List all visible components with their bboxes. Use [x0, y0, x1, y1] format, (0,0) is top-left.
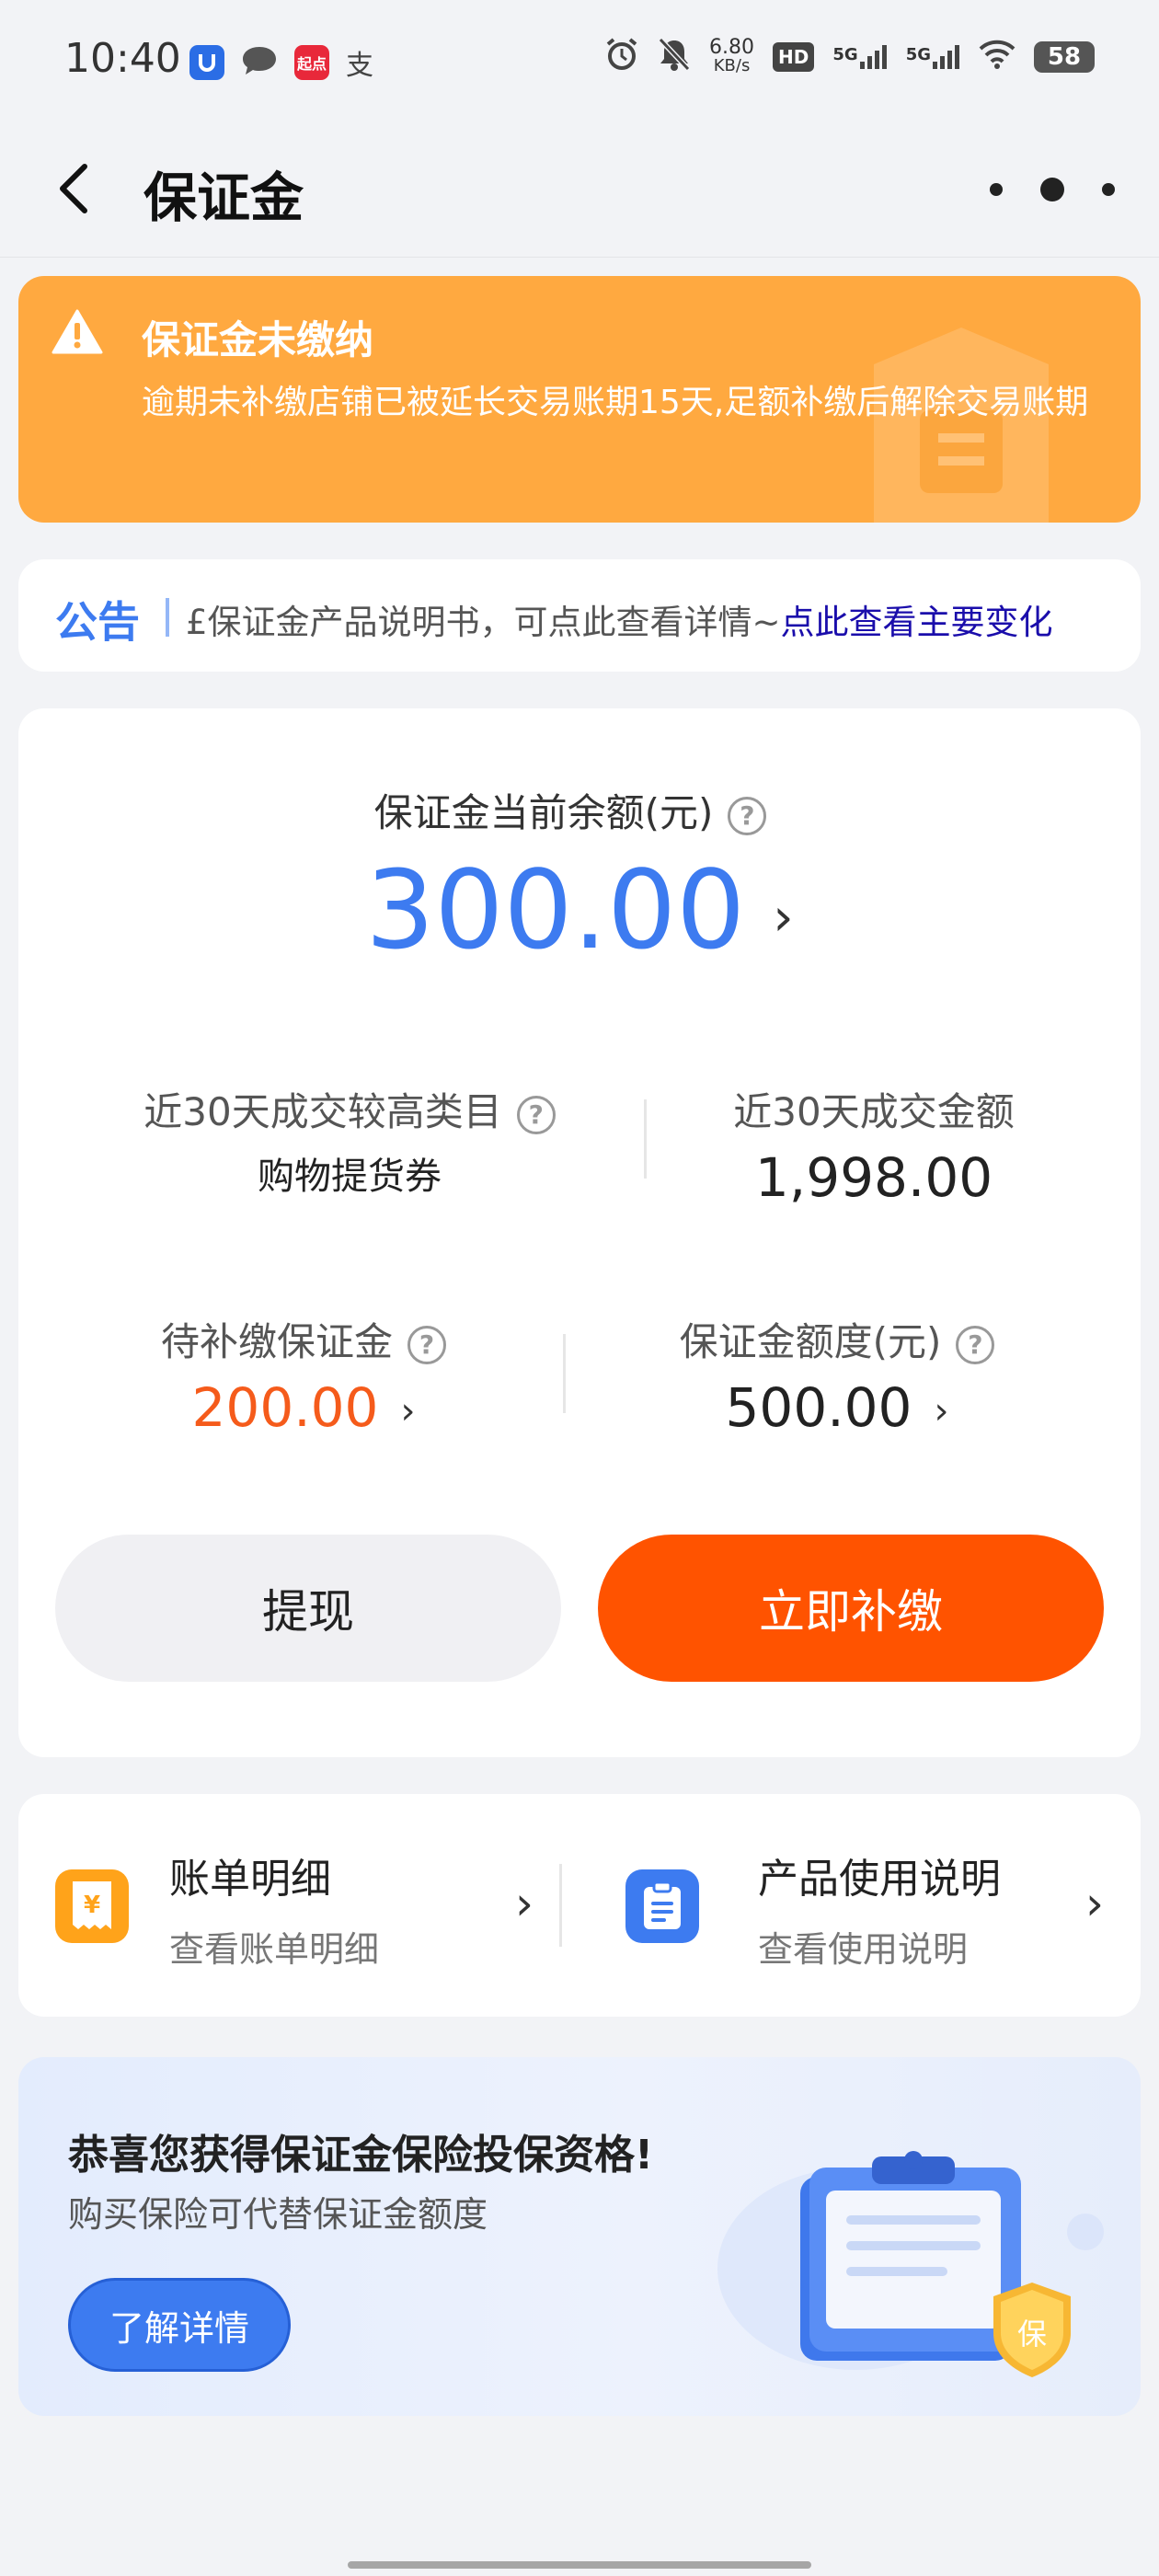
insurance-subtitle: 购买保险可代替保证金额度 — [68, 2194, 488, 2235]
insurance-clipboard-illustration: 保 — [717, 2151, 1104, 2377]
wifi-icon — [979, 40, 1016, 75]
deal-amount-label: 近30天成交金额 — [733, 1089, 1015, 1134]
help-icon[interactable]: ? — [516, 1095, 556, 1134]
signal-sim2-icon: 5G — [906, 45, 960, 69]
page-title: 保证金 — [143, 167, 304, 229]
announcement-text: £保证金产品说明书，可点此查看详情~点此查看主要变化 — [186, 594, 1122, 640]
insurance-title: 恭喜您获得保证金保险投保资格! — [68, 2132, 654, 2179]
u-app-icon — [189, 45, 224, 80]
announcement-bar[interactable]: 公告 £保证金产品说明书，可点此查看详情~点此查看主要变化 — [18, 559, 1141, 672]
mute-bell-icon — [658, 37, 691, 77]
quick-links-card: ¥ 账单明细 查看账单明细 › 产品使用说明 查看使用说明 › — [18, 1794, 1141, 2017]
bill-yuan-icon: ¥ — [55, 1869, 129, 1943]
quota-label-row: 保证金额度(元)? — [570, 1311, 1104, 1367]
deposit-quota-stat[interactable]: 保证金额度(元)? 500.00 › — [570, 1311, 1104, 1439]
quota-label: 保证金额度(元) — [679, 1319, 942, 1364]
help-icon[interactable]: ? — [728, 796, 767, 835]
notification-icons: 起点 支 — [189, 42, 373, 83]
chevron-right-icon: › — [934, 1389, 949, 1432]
deal-amount-stat: 近30天成交金额 1,998.00 — [644, 1081, 1104, 1209]
product-guide-subtitle: 查看使用说明 — [758, 1929, 969, 1970]
chevron-right-icon: › — [515, 1877, 534, 1930]
warning-icon — [52, 309, 103, 354]
chevron-left-icon — [60, 164, 87, 213]
warning-description: 逾期未补缴店铺已被延长交易账期15天,足额补缴后解除交易账期 — [142, 384, 1089, 421]
balance-amount: 300.00 — [365, 846, 746, 973]
pending-value-row: 200.00 › — [55, 1376, 552, 1439]
top-category-label: 近30天成交较高类目 — [143, 1089, 502, 1134]
top-category-stat: 近30天成交较高类目? 购物提货券 — [55, 1081, 644, 1200]
top-category-label-row: 近30天成交较高类目? — [55, 1081, 644, 1137]
stat-divider — [563, 1334, 566, 1413]
more-dots-icon — [990, 183, 1003, 196]
alarm-icon — [604, 37, 639, 77]
quota-value-row: 500.00 › — [570, 1376, 1104, 1439]
system-icons: 6.80 KB/s HD 5G 5G 58 — [604, 37, 1095, 77]
bill-detail-subtitle: 查看账单明细 — [169, 1929, 380, 1970]
bill-detail-title: 账单明细 — [169, 1856, 331, 1903]
hd-icon: HD — [773, 42, 815, 72]
message-icon — [241, 44, 278, 81]
pending-label-row: 待补缴保证金? — [55, 1311, 552, 1367]
pending-label: 待补缴保证金 — [160, 1319, 393, 1364]
product-guide-title: 产品使用说明 — [758, 1856, 1001, 1903]
top-category-value: 购物提货券 — [258, 1156, 442, 1198]
announcement-tag: 公告 — [55, 597, 140, 647]
announcement-message: £保证金产品说明书，可点此查看详情~ — [186, 603, 781, 640]
status-time: 10:40 — [64, 35, 181, 82]
pending-deposit-stat[interactable]: 待补缴保证金? 200.00 › — [55, 1311, 552, 1439]
help-icon[interactable]: ? — [956, 1325, 995, 1364]
warning-title: 保证金未缴纳 — [142, 317, 374, 362]
net-speed: 6.80 KB/s — [709, 36, 755, 75]
pay-now-button[interactable]: 立即补缴 — [598, 1535, 1104, 1682]
insurance-banner: 恭喜您获得保证金保险投保资格! 购买保险可代替保证金额度 了解详情 保 — [18, 2057, 1141, 2416]
battery-indicator: 58 — [1034, 41, 1095, 73]
links-divider — [559, 1864, 562, 1947]
balance-label-row: 保证金当前余额(元)? — [18, 782, 1141, 838]
deposit-summary-card: 保证金当前余额(元)? 300.00 › 近30天成交较高类目? 购物提货券 近3… — [18, 708, 1141, 1757]
quota-value: 500.00 — [725, 1376, 912, 1439]
chevron-right-icon: › — [773, 888, 794, 949]
announcement-divider — [166, 598, 169, 637]
back-button[interactable] — [46, 156, 101, 221]
navigation-bar: 保证金 — [0, 123, 1159, 258]
status-bar: 10:40 起点 支 6.80 KB/s HD 5G 5G 58 — [0, 0, 1159, 123]
learn-more-button[interactable]: 了解详情 — [68, 2278, 291, 2372]
qidian-app-icon: 起点 — [294, 45, 329, 80]
svg-text:¥: ¥ — [84, 1892, 100, 1919]
product-guide-link[interactable]: 产品使用说明 查看使用说明 › — [589, 1794, 1141, 2017]
signal-sim1-icon: 5G — [832, 45, 887, 69]
balance-amount-row[interactable]: 300.00 › — [18, 846, 1141, 973]
bill-detail-link[interactable]: ¥ 账单明细 查看账单明细 › — [18, 1794, 570, 2017]
deal-amount-value: 1,998.00 — [754, 1146, 993, 1209]
home-indicator[interactable] — [348, 2561, 811, 2569]
chevron-right-icon: › — [1085, 1877, 1104, 1930]
balance-label: 保证金当前余额(元) — [373, 790, 714, 835]
chevron-right-icon: › — [400, 1389, 416, 1432]
warning-banner: 保证金未缴纳 逾期未补缴店铺已被延长交易账期15天,足额补缴后解除交易账期 — [18, 276, 1141, 523]
withdraw-button[interactable]: 提现 — [55, 1535, 561, 1682]
more-options-button[interactable] — [990, 169, 1115, 210]
svg-text:保: 保 — [1017, 2317, 1047, 2352]
announcement-link[interactable]: 点此查看主要变化 — [781, 603, 1053, 640]
pending-value: 200.00 — [191, 1376, 379, 1439]
alipay-icon: 支 — [346, 50, 373, 82]
help-icon[interactable]: ? — [407, 1325, 446, 1364]
document-icon — [625, 1869, 699, 1943]
